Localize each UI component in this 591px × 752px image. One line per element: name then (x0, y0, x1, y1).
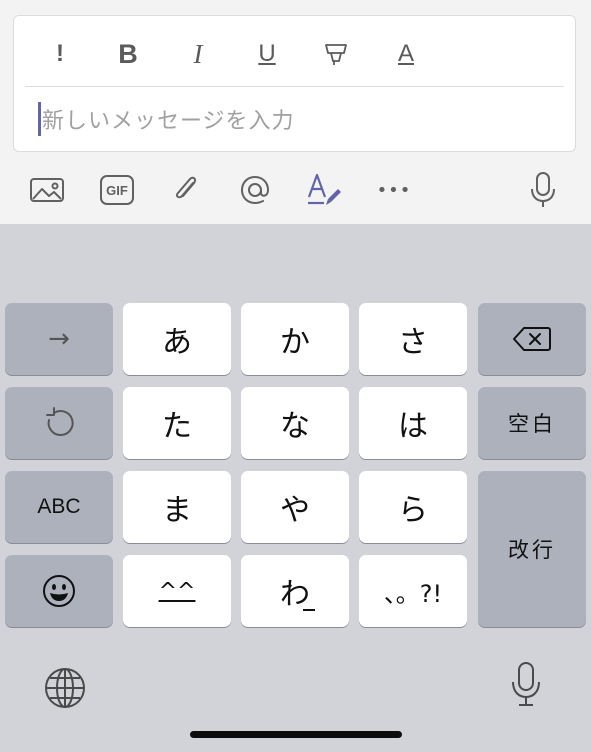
italic-label: I (193, 38, 203, 69)
kana-key-ka[interactable]: か (241, 303, 349, 375)
format-icon[interactable] (302, 168, 346, 212)
dictation-mic-icon[interactable] (502, 660, 550, 708)
gif-label: GIF (106, 182, 128, 198)
kana-key-na[interactable]: な (241, 387, 349, 459)
more-icon[interactable]: ••• (372, 168, 416, 212)
kana-label: さ (398, 325, 428, 360)
message-input[interactable]: 新しいメッセージを入力 (38, 102, 558, 136)
formatting-toolbar: ! B I U A (14, 16, 575, 86)
underline-button[interactable]: U (247, 38, 287, 70)
kana-key-ta[interactable]: た (123, 387, 231, 459)
underline-label: U (258, 40, 276, 67)
kaomoji-label: ^^ (158, 578, 196, 604)
kana-label: ま (162, 493, 192, 528)
kana-label: た (162, 409, 192, 444)
kana-key-ma[interactable]: ま (123, 471, 231, 543)
emoji-icon (43, 575, 75, 607)
font-color-button[interactable]: A (386, 38, 426, 70)
punctuation-label: 、。?! (383, 579, 443, 608)
compose-area: ! B I U A 新しいメッセージを入力 GIF ••• (0, 0, 591, 224)
italic-button[interactable]: I (178, 38, 218, 70)
return-label: 改行 (508, 538, 556, 562)
kana-key-a[interactable]: あ (123, 303, 231, 375)
divider (25, 86, 564, 87)
important-button[interactable]: ! (40, 38, 80, 70)
bold-label: B (118, 38, 138, 69)
kana-key-sa[interactable]: さ (359, 303, 467, 375)
text-caret (38, 102, 41, 136)
delete-key[interactable] (478, 303, 586, 375)
more-label: ••• (376, 179, 412, 201)
image-icon[interactable] (25, 168, 69, 212)
return-key[interactable]: 改行 (478, 471, 586, 627)
attach-icon[interactable] (164, 168, 208, 212)
arrow-label: → (48, 324, 70, 354)
kana-key-ya[interactable]: や (241, 471, 349, 543)
mic-icon[interactable] (521, 168, 565, 212)
space-label: 空白 (508, 412, 556, 436)
emoji-key[interactable] (5, 555, 113, 627)
kana-label: や (280, 493, 310, 528)
bold-button[interactable]: B (108, 38, 148, 70)
undo-key[interactable] (5, 387, 113, 459)
home-indicator (190, 731, 402, 738)
message-placeholder: 新しいメッセージを入力 (42, 109, 295, 134)
delete-icon (513, 327, 551, 351)
font-color-label: A (397, 40, 414, 67)
kana-label: わ (280, 577, 310, 612)
compose-box: ! B I U A 新しいメッセージを入力 (13, 15, 576, 152)
wa-underline (303, 609, 315, 611)
kana-label: か (280, 325, 310, 360)
kana-label: は (398, 409, 428, 444)
arrow-key[interactable]: → (5, 303, 113, 375)
globe-icon[interactable] (41, 664, 89, 712)
space-key[interactable]: 空白 (478, 387, 586, 459)
important-label: ! (56, 40, 64, 67)
kana-key-ha[interactable]: は (359, 387, 467, 459)
kaomoji-key[interactable]: ^^ (123, 555, 231, 627)
kana-key-ra[interactable]: ら (359, 471, 467, 543)
kana-label: あ (162, 325, 192, 360)
punctuation-key[interactable]: 、。?! (359, 555, 467, 627)
abc-key[interactable]: ABC (5, 471, 113, 543)
highlighter-icon[interactable] (316, 38, 356, 70)
mention-icon[interactable] (233, 168, 277, 212)
kana-key-wa[interactable]: わ (241, 555, 349, 627)
kana-label: な (280, 409, 310, 444)
abc-label: ABC (37, 495, 81, 518)
kana-label: ら (398, 493, 428, 528)
undo-icon (46, 407, 74, 437)
gif-icon[interactable]: GIF (95, 168, 139, 212)
